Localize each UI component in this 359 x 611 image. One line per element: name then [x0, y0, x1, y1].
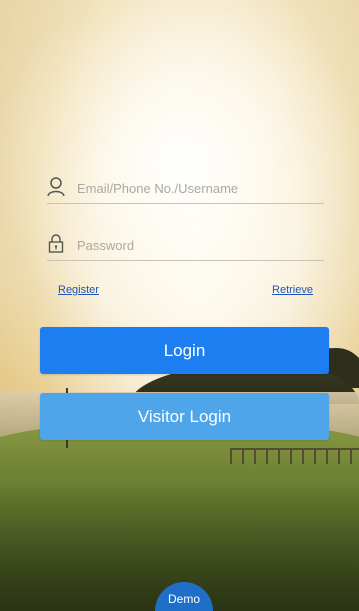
retrieve-password-link[interactable]: Retrieve [272, 284, 313, 296]
lock-icon [47, 233, 69, 255]
username-input[interactable] [77, 177, 322, 199]
register-link[interactable]: Register [58, 284, 99, 296]
password-field [47, 230, 324, 261]
username-field [47, 173, 324, 204]
login-button[interactable]: Login [40, 327, 329, 374]
background-fence [230, 448, 359, 464]
password-input[interactable] [77, 234, 322, 256]
user-icon [47, 176, 69, 198]
login-screen: Register Retrieve Login Visitor Login De… [0, 0, 359, 611]
visitor-login-button[interactable]: Visitor Login [40, 393, 329, 440]
